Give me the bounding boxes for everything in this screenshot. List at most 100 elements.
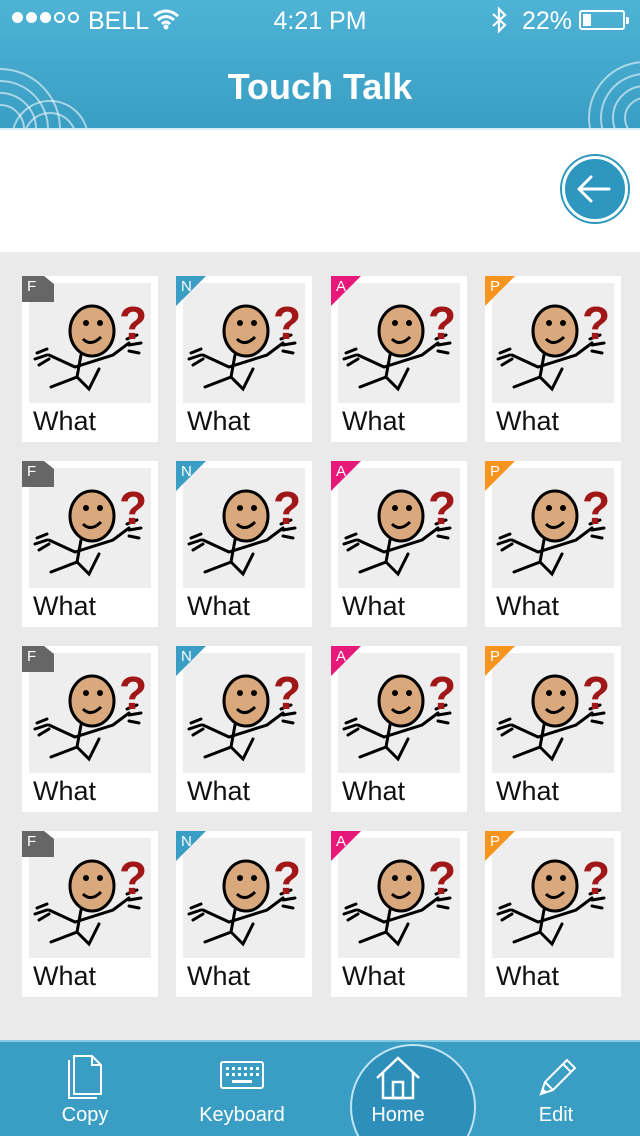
symbol-label: What — [33, 406, 97, 436]
symbol-grid: ? F What? N What? A What? P What? F What? N What? A Wh… — [0, 252, 640, 1040]
symbol-label: What — [342, 406, 406, 436]
document-icon — [68, 1055, 102, 1099]
symbol-label: What — [342, 776, 406, 806]
symbol-label: What — [496, 776, 560, 806]
svg-text:?: ? — [273, 297, 301, 349]
symbol-tile[interactable]: ? N What — [176, 646, 312, 812]
svg-text:?: ? — [273, 852, 301, 904]
category-badge-letter: A — [336, 648, 347, 665]
category-badge: F — [22, 461, 54, 491]
symbol-tile[interactable]: ? F What — [22, 276, 158, 442]
symbol-label: What — [187, 776, 251, 806]
category-badge: A — [331, 276, 361, 306]
symbol-tile[interactable]: ? N What — [176, 276, 312, 442]
category-badge-letter: N — [181, 833, 192, 850]
home-icon — [376, 1056, 420, 1100]
symbol-tile[interactable]: ? A What — [331, 646, 467, 812]
home-label: Home — [371, 1104, 425, 1126]
category-badge: P — [485, 646, 515, 676]
symbol-tile[interactable]: ? N What — [176, 831, 312, 997]
copy-button[interactable]: Copy — [10, 1042, 160, 1136]
category-badge-letter: F — [27, 463, 37, 480]
category-badge-letter: P — [490, 463, 501, 480]
symbol-label: What — [187, 591, 251, 621]
svg-text:?: ? — [428, 482, 456, 534]
category-badge: A — [331, 461, 361, 491]
category-badge-letter: P — [490, 833, 501, 850]
svg-text:?: ? — [582, 297, 610, 349]
symbol-tile[interactable]: ? A What — [331, 461, 467, 627]
category-badge-letter: P — [490, 648, 501, 665]
category-badge-letter: P — [490, 278, 501, 295]
category-badge-letter: F — [27, 648, 37, 665]
svg-text:?: ? — [428, 852, 456, 904]
category-badge: P — [485, 461, 515, 491]
app-title: Touch Talk — [227, 66, 413, 107]
symbol-tile[interactable]: ? F What — [22, 831, 158, 997]
symbol-label: What — [342, 961, 406, 991]
category-badge: P — [485, 276, 515, 306]
symbol-tile[interactable]: ? F What — [22, 646, 158, 812]
symbol-label: What — [33, 961, 97, 991]
category-badge-letter: F — [27, 278, 37, 295]
symbol-label: What — [342, 591, 406, 621]
category-badge-letter: A — [336, 463, 347, 480]
edit-label: Edit — [538, 1104, 574, 1126]
arrow-left-icon — [577, 175, 611, 203]
svg-text:?: ? — [582, 852, 610, 904]
message-bar[interactable] — [0, 128, 640, 252]
symbol-tile[interactable]: ? P What — [485, 831, 621, 997]
keyboard-button[interactable]: Keyboard — [167, 1042, 317, 1136]
category-badge-letter: A — [336, 278, 347, 295]
keyboard-icon — [220, 1061, 264, 1089]
category-badge-letter: F — [27, 833, 37, 850]
keyboard-label: Keyboard — [199, 1104, 285, 1126]
symbol-tile[interactable]: ? A What — [331, 276, 467, 442]
category-badge-letter: A — [336, 833, 347, 850]
symbol-label: What — [496, 961, 560, 991]
symbol-tile[interactable]: ? P What — [485, 276, 621, 442]
category-badge: P — [485, 831, 515, 861]
symbol-tile[interactable]: ? F What — [22, 461, 158, 627]
symbol-label: What — [496, 406, 560, 436]
symbol-label: What — [187, 406, 251, 436]
category-badge-letter: N — [181, 278, 192, 295]
symbol-label: What — [187, 961, 251, 991]
category-badge: N — [176, 646, 206, 676]
symbol-tile[interactable]: ? P What — [485, 646, 621, 812]
app-header: BELL 4:21 PM 22% Touch Talk — [0, 0, 640, 128]
battery-percent: 22% — [522, 7, 573, 35]
svg-text:?: ? — [582, 482, 610, 534]
category-badge: F — [22, 646, 54, 676]
svg-text:?: ? — [119, 297, 147, 349]
svg-text:?: ? — [428, 297, 456, 349]
edit-button[interactable]: Edit — [481, 1042, 631, 1136]
category-badge-letter: N — [181, 463, 192, 480]
symbol-tile[interactable]: ? A What — [331, 831, 467, 997]
battery-icon — [579, 10, 629, 30]
symbol-label: What — [33, 776, 97, 806]
category-badge: A — [331, 646, 361, 676]
svg-text:?: ? — [119, 667, 147, 719]
bluetooth-icon — [492, 6, 507, 34]
copy-label: Copy — [61, 1104, 109, 1126]
home-button[interactable]: Home — [323, 1042, 473, 1136]
category-badge: N — [176, 831, 206, 861]
status-bar: BELL 4:21 PM 22% — [0, 0, 640, 40]
pencil-icon — [539, 1058, 577, 1096]
symbol-label: What — [33, 591, 97, 621]
category-badge: A — [331, 831, 361, 861]
svg-text:?: ? — [119, 852, 147, 904]
backspace-button[interactable] — [562, 156, 628, 222]
symbol-tile[interactable]: ? P What — [485, 461, 621, 627]
battery-fill — [583, 14, 591, 26]
symbol-tile[interactable]: ? N What — [176, 461, 312, 627]
category-badge: F — [22, 276, 54, 306]
category-badge: N — [176, 276, 206, 306]
svg-text:?: ? — [273, 482, 301, 534]
category-badge-letter: N — [181, 648, 192, 665]
category-badge: N — [176, 461, 206, 491]
bottom-toolbar: Copy Keyboard Home Edit — [0, 1040, 640, 1136]
svg-text:?: ? — [428, 667, 456, 719]
category-badge: F — [22, 831, 54, 861]
